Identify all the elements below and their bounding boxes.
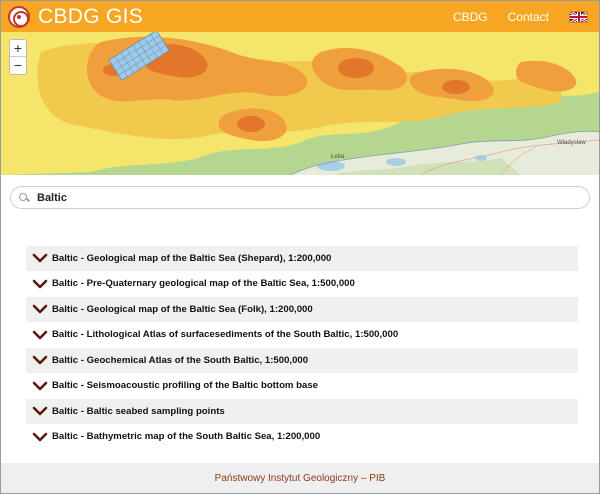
nav-link-cbdg[interactable]: CBDG — [453, 10, 488, 24]
app-window: CBDG GIS CBDG Contact Łeba Władysław + −… — [0, 0, 600, 494]
top-bar: CBDG GIS CBDG Contact — [1, 1, 599, 32]
chevron-down-icon[interactable] — [32, 354, 48, 366]
chevron-down-icon[interactable] — [32, 303, 48, 315]
list-item[interactable]: Baltic - Bathymetric map of the South Ba… — [26, 424, 578, 450]
chevron-down-icon[interactable] — [32, 252, 48, 264]
chevron-down-icon[interactable] — [32, 278, 48, 290]
map-canvas — [1, 32, 599, 175]
zoom-out-button[interactable]: − — [10, 57, 26, 74]
search-input[interactable] — [37, 191, 577, 204]
list-item-label: Baltic - Geochemical Atlas of the South … — [52, 354, 309, 366]
footer-text[interactable]: Państwowy Instytut Geologiczny – PIB — [215, 473, 386, 484]
list-item-label: Baltic - Geological map of the Baltic Se… — [52, 252, 332, 264]
list-item-label: Baltic - Pre-Quaternary geological map o… — [52, 278, 355, 290]
chevron-down-icon[interactable] — [32, 329, 48, 341]
chevron-down-icon[interactable] — [32, 405, 48, 417]
search-icon — [19, 192, 29, 203]
list-item-label: Baltic - Lithological Atlas of surfacese… — [52, 329, 399, 341]
list-item-label: Baltic - Seismoacoustic profiling of the… — [52, 380, 318, 392]
list-item[interactable]: Baltic - Pre-Quaternary geological map o… — [26, 271, 578, 297]
chevron-down-icon[interactable] — [32, 380, 48, 392]
top-nav: CBDG Contact — [453, 10, 599, 24]
footer: Państwowy Instytut Geologiczny – PIB — [1, 463, 599, 493]
list-item[interactable]: Baltic - Lithological Atlas of surfacese… — [26, 322, 578, 348]
list-item-label: Baltic - Baltic seabed sampling points — [52, 405, 225, 417]
list-item[interactable]: Baltic - Geological map of the Baltic Se… — [26, 297, 578, 323]
zoom-control: + − — [9, 39, 27, 75]
chevron-down-icon[interactable] — [32, 431, 48, 443]
zoom-in-button[interactable]: + — [10, 40, 26, 57]
pig-logo-icon[interactable] — [8, 5, 30, 28]
list-item[interactable]: Baltic - Baltic seabed sampling points — [26, 399, 578, 425]
list-item-label: Baltic - Geological map of the Baltic Se… — [52, 303, 313, 315]
app-title[interactable]: CBDG GIS — [38, 5, 143, 29]
list-item-label: Baltic - Bathymetric map of the South Ba… — [52, 431, 321, 443]
search-box — [10, 186, 590, 209]
nav-link-contact[interactable]: Contact — [508, 10, 549, 24]
list-item[interactable]: Baltic - Seismoacoustic profiling of the… — [26, 373, 578, 399]
map-view[interactable]: Łeba Władysław + − — [1, 32, 599, 175]
map-place-label: Łeba — [331, 154, 345, 160]
list-item[interactable]: Baltic - Geological map of the Baltic Se… — [26, 246, 578, 272]
uk-flag-icon[interactable] — [569, 10, 588, 23]
map-place-label: Władysław — [557, 140, 586, 146]
results-list: Baltic - Geological map of the Baltic Se… — [26, 246, 578, 450]
list-item[interactable]: Baltic - Geochemical Atlas of the South … — [26, 348, 578, 374]
